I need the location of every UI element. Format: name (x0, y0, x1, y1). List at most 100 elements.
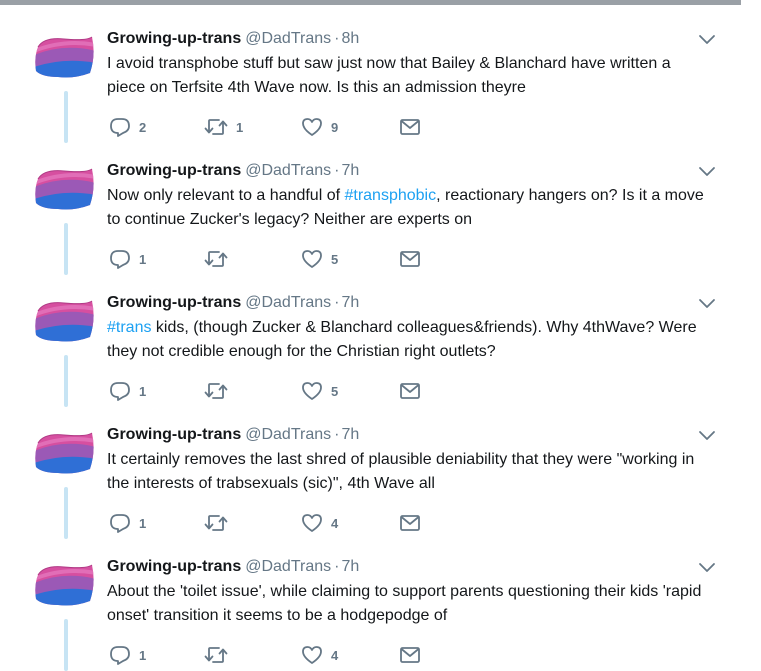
author-name[interactable]: Growing-up-trans (107, 162, 241, 179)
heart-icon (302, 382, 322, 400)
timestamp[interactable]: 8h (341, 30, 359, 47)
author-name[interactable]: Growing-up-trans (107, 294, 241, 311)
tweet[interactable]: Growing-up-trans @DadTrans · 8h I avoid tra… (0, 5, 761, 143)
text-segment: Now only relevant to a handful of (107, 187, 345, 204)
separator: · (334, 162, 340, 179)
direct-message-button[interactable] (399, 643, 421, 667)
like-button[interactable]: 5 (301, 379, 338, 403)
text-segment: kids, (though Zucker & Blanchard colleag… (107, 319, 697, 360)
reply-icon (110, 118, 130, 137)
like-button[interactable]: 9 (301, 115, 338, 139)
heart-icon (302, 514, 322, 532)
envelope-icon (400, 515, 420, 531)
tweet-text: Now only relevant to a handful of #trans… (107, 184, 707, 232)
reply-count: 2 (139, 119, 147, 135)
author-handle[interactable]: @DadTrans (245, 30, 331, 47)
like-button[interactable]: 4 (301, 643, 338, 667)
thread-connector (64, 619, 68, 671)
tweet-thread: Growing-up-trans @DadTrans · 8h I avoid tra… (0, 5, 761, 671)
reply-count: 1 (139, 647, 147, 663)
retweet-icon (204, 251, 228, 267)
chevron-down-icon[interactable] (698, 165, 716, 179)
chevron-down-icon[interactable] (698, 429, 716, 443)
envelope-icon (400, 119, 420, 135)
tweet-actions: 1 5 (107, 379, 437, 403)
retweet-icon (204, 383, 228, 399)
reply-button[interactable]: 2 (109, 115, 146, 139)
retweet-button[interactable] (204, 643, 236, 667)
thread-connector (64, 91, 68, 143)
retweet-count: 1 (236, 119, 244, 135)
tweet-header: Growing-up-trans @DadTrans · 7h (107, 425, 359, 445)
direct-message-button[interactable] (399, 115, 421, 139)
like-button[interactable]: 5 (301, 247, 338, 271)
avatar[interactable] (34, 165, 96, 215)
author-handle[interactable]: @DadTrans (245, 426, 331, 443)
thread-connector (64, 487, 68, 539)
tweet-actions: 2 1 9 (107, 115, 437, 139)
envelope-icon (400, 647, 420, 663)
direct-message-button[interactable] (399, 511, 421, 535)
heart-icon (302, 250, 322, 268)
tweet-text: I avoid transphobe stuff but saw just no… (107, 52, 707, 100)
hashtag-link[interactable]: #transphobic (344, 187, 436, 204)
retweet-icon (204, 647, 228, 663)
retweet-icon (204, 119, 228, 135)
like-count: 5 (331, 383, 339, 399)
avatar[interactable] (34, 561, 96, 611)
author-name[interactable]: Growing-up-trans (107, 30, 241, 47)
chevron-down-icon[interactable] (698, 33, 716, 47)
author-name[interactable]: Growing-up-trans (107, 558, 241, 575)
author-handle[interactable]: @DadTrans (245, 162, 331, 179)
reply-icon (110, 250, 130, 269)
like-count: 4 (331, 647, 339, 663)
timestamp[interactable]: 7h (341, 558, 359, 575)
reply-count: 1 (139, 515, 147, 531)
like-count: 4 (331, 515, 339, 531)
tweet[interactable]: Growing-up-trans @DadTrans · 7h #trans kids… (0, 269, 761, 407)
avatar[interactable] (34, 33, 96, 83)
retweet-button[interactable] (204, 379, 236, 403)
tweet-actions: 1 5 (107, 247, 437, 271)
retweet-button[interactable] (204, 247, 236, 271)
tweet[interactable]: Growing-up-trans @DadTrans · 7h About the '… (0, 533, 761, 671)
direct-message-button[interactable] (399, 247, 421, 271)
hashtag-link[interactable]: #trans (107, 319, 151, 336)
like-button[interactable]: 4 (301, 511, 338, 535)
tweet-header: Growing-up-trans @DadTrans · 7h (107, 161, 359, 181)
tweet[interactable]: Growing-up-trans @DadTrans · 7h It certainl… (0, 401, 761, 539)
envelope-icon (400, 251, 420, 267)
chevron-down-icon[interactable] (698, 297, 716, 311)
tweet-actions: 1 4 (107, 643, 437, 667)
reply-button[interactable]: 1 (109, 511, 146, 535)
separator: · (334, 426, 340, 443)
retweet-button[interactable] (204, 511, 236, 535)
retweet-icon (204, 515, 228, 531)
reply-icon (110, 514, 130, 533)
heart-icon (302, 118, 322, 136)
reply-count: 1 (139, 251, 147, 267)
tweet-header: Growing-up-trans @DadTrans · 7h (107, 293, 359, 313)
retweet-button[interactable]: 1 (204, 115, 243, 139)
tweet[interactable]: Growing-up-trans @DadTrans · 7h Now only re… (0, 137, 761, 275)
avatar[interactable] (34, 429, 96, 479)
tweet-actions: 1 4 (107, 511, 437, 535)
reply-button[interactable]: 1 (109, 643, 146, 667)
chevron-down-icon[interactable] (698, 561, 716, 575)
timestamp[interactable]: 7h (341, 162, 359, 179)
like-count: 5 (331, 251, 339, 267)
text-segment: It certainly removes the last shred of p… (107, 451, 695, 492)
reply-button[interactable]: 1 (109, 379, 146, 403)
timestamp[interactable]: 7h (341, 294, 359, 311)
avatar[interactable] (34, 297, 96, 347)
author-handle[interactable]: @DadTrans (245, 558, 331, 575)
like-count: 9 (331, 119, 339, 135)
author-name[interactable]: Growing-up-trans (107, 426, 241, 443)
reply-count: 1 (139, 383, 147, 399)
timestamp[interactable]: 7h (341, 426, 359, 443)
heart-icon (302, 646, 322, 664)
reply-button[interactable]: 1 (109, 247, 146, 271)
separator: · (334, 294, 340, 311)
author-handle[interactable]: @DadTrans (245, 294, 331, 311)
direct-message-button[interactable] (399, 379, 421, 403)
